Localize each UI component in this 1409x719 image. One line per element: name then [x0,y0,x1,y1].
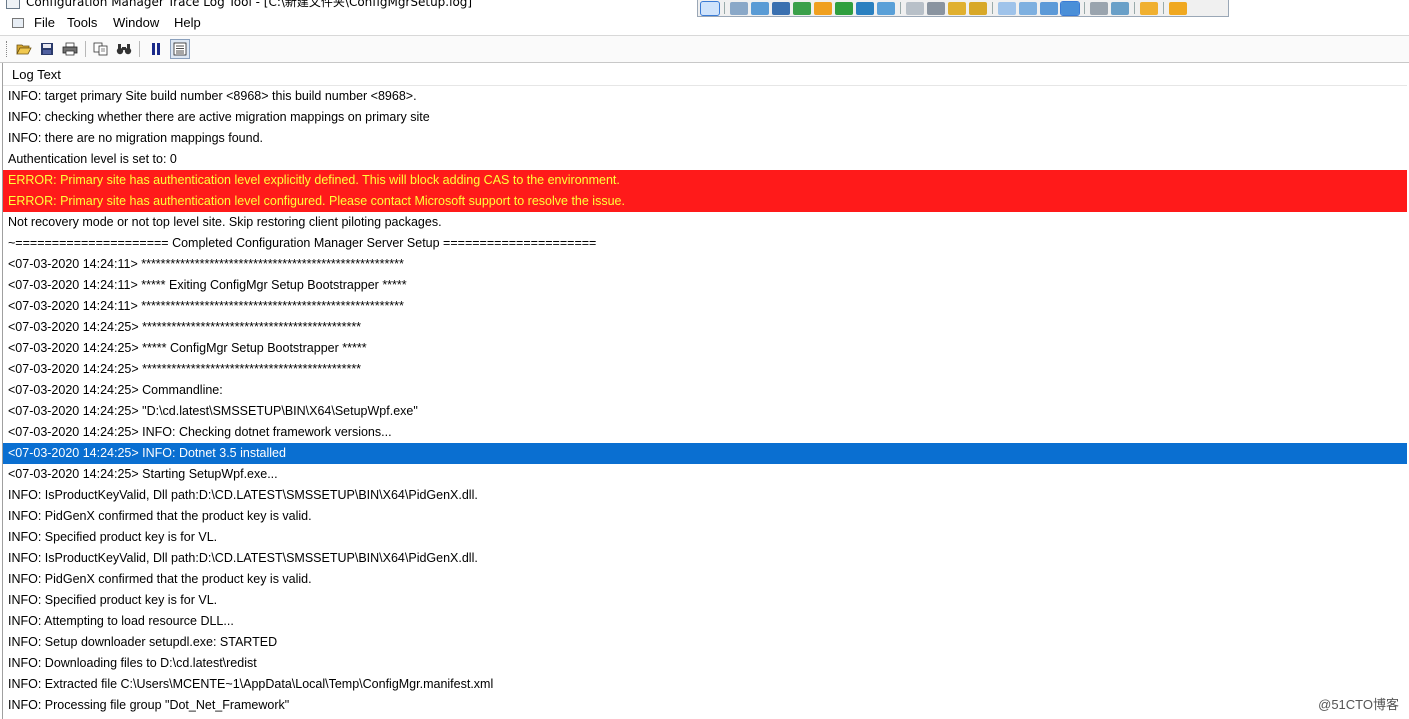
menu-help[interactable]: Help [169,15,206,30]
log-row[interactable]: <07-03-2020 14:24:25> ***** ConfigMgr Se… [3,338,1407,359]
toolbar-grip[interactable] [6,41,9,57]
log-row[interactable]: INFO: IsProductKeyValid, Dll path:D:\CD.… [3,548,1407,569]
pause-icon[interactable] [146,39,166,59]
log-row[interactable]: <07-03-2020 14:24:25> Starting SetupWpf.… [3,464,1407,485]
app-icon [6,0,20,9]
toolbar [0,35,1409,63]
log-row[interactable]: <07-03-2020 14:24:25> ******************… [3,317,1407,338]
open-icon[interactable] [14,39,34,59]
log-row[interactable]: ~===================== Completed Configu… [3,233,1407,254]
log-row[interactable]: INFO: PidGenX confirmed that the product… [3,569,1407,590]
log-rows-container: INFO: target primary Site build number <… [3,86,1407,716]
log-row[interactable]: Authentication level is set to: 0 [3,149,1407,170]
log-panel: Log Text INFO: target primary Site build… [2,63,1407,719]
copy-icon[interactable] [91,39,111,59]
toolbar-separator [85,41,86,57]
print-icon[interactable] [60,39,80,59]
log-row[interactable]: INFO: Specified product key is for VL. [3,527,1407,548]
log-row-selected[interactable]: <07-03-2020 14:24:25> INFO: Dotnet 3.5 i… [3,443,1407,464]
toolbar-separator [139,41,140,57]
log-row[interactable]: <07-03-2020 14:24:11> ******************… [3,296,1407,317]
document-icon[interactable] [12,18,24,28]
watermark: @51CTO博客 [1316,694,1401,713]
save-icon[interactable] [37,39,57,59]
log-row[interactable]: <07-03-2020 14:24:25> INFO: Checking dot… [3,422,1407,443]
log-row[interactable]: INFO: IsProductKeyValid, Dll path:D:\CD.… [3,485,1407,506]
log-text-column-header[interactable]: Log Text [3,63,1407,86]
window-title: Configuration Manager Trace Log Tool - [… [26,0,473,9]
log-row[interactable]: <07-03-2020 14:24:25> Commandline: [3,380,1407,401]
log-row[interactable]: <07-03-2020 14:24:11> ***** Exiting Conf… [3,275,1407,296]
log-row[interactable]: INFO: PidGenX confirmed that the product… [3,506,1407,527]
log-row[interactable]: INFO: Processing file group "Dot_Net_Fra… [3,695,1407,716]
log-row[interactable]: Not recovery mode or not top level site.… [3,212,1407,233]
log-row[interactable]: INFO: target primary Site build number <… [3,86,1407,107]
log-row[interactable]: <07-03-2020 14:24:25> ******************… [3,359,1407,380]
menu-bar: File Tools Window Help [0,12,1409,34]
log-row[interactable]: INFO: there are no migration mappings fo… [3,128,1407,149]
log-row-error[interactable]: ERROR: Primary site has authentication l… [3,191,1407,212]
log-row[interactable]: INFO: Specified product key is for VL. [3,590,1407,611]
log-row[interactable]: INFO: checking whether there are active … [3,107,1407,128]
menu-window[interactable]: Window [108,15,164,30]
log-row[interactable]: INFO: Attempting to load resource DLL... [3,611,1407,632]
find-icon[interactable] [114,39,134,59]
log-row[interactable]: INFO: Extracted file C:\Users\MCENTE~1\A… [3,674,1407,695]
log-row[interactable]: <07-03-2020 14:24:11> ******************… [3,254,1407,275]
menu-tools[interactable]: Tools [62,15,102,30]
log-row[interactable]: <07-03-2020 14:24:25> "D:\cd.latest\SMSS… [3,401,1407,422]
menu-file[interactable]: File [29,15,60,30]
log-view-icon[interactable] [170,39,190,59]
log-row[interactable]: INFO: Downloading files to D:\cd.latest\… [3,653,1407,674]
log-row-error[interactable]: ERROR: Primary site has authentication l… [3,170,1407,191]
log-row[interactable]: INFO: Setup downloader setupdl.exe: STAR… [3,632,1407,653]
